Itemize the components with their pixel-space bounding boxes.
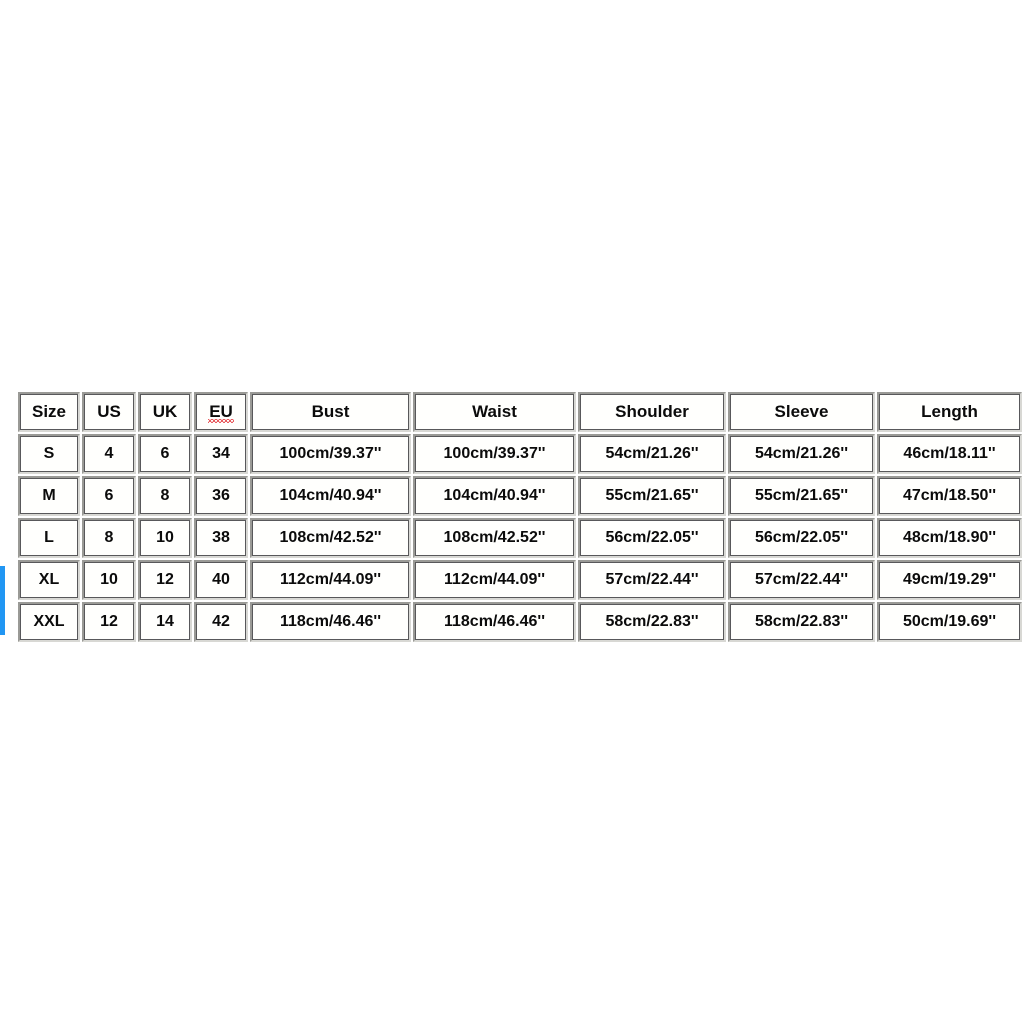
table-row: S 4 6 34 100cm/39.37'' 100cm/39.37'' 54c… — [18, 434, 1022, 474]
column-header-size: Size — [18, 392, 80, 432]
cell-us: 8 — [82, 518, 136, 558]
column-header-sleeve: Sleeve — [728, 392, 875, 432]
cell-uk: 8 — [138, 476, 192, 516]
cell-bust: 100cm/39.37'' — [250, 434, 411, 474]
cell-eu: 38 — [194, 518, 248, 558]
cell-shoulder: 56cm/22.05'' — [578, 518, 726, 558]
cell-shoulder: 57cm/22.44'' — [578, 560, 726, 600]
cell-sleeve: 54cm/21.26'' — [728, 434, 875, 474]
cell-eu: 36 — [194, 476, 248, 516]
size-chart-table: Size US UK EU Bust Waist Shoulder Sleeve… — [16, 390, 1024, 644]
table-header-row: Size US UK EU Bust Waist Shoulder Sleeve… — [18, 392, 1022, 432]
cell-bust: 108cm/42.52'' — [250, 518, 411, 558]
cell-us: 6 — [82, 476, 136, 516]
cell-uk: 12 — [138, 560, 192, 600]
left-edge-blue-artifact — [0, 566, 5, 635]
cell-eu: 34 — [194, 434, 248, 474]
cell-sleeve: 57cm/22.44'' — [728, 560, 875, 600]
cell-size: S — [18, 434, 80, 474]
column-header-uk: UK — [138, 392, 192, 432]
table-row: XL 10 12 40 112cm/44.09'' 112cm/44.09'' … — [18, 560, 1022, 600]
cell-sleeve: 55cm/21.65'' — [728, 476, 875, 516]
cell-eu: 42 — [194, 602, 248, 642]
cell-uk: 6 — [138, 434, 192, 474]
cell-us: 12 — [82, 602, 136, 642]
cell-waist: 100cm/39.37'' — [413, 434, 576, 474]
cell-waist: 104cm/40.94'' — [413, 476, 576, 516]
column-header-length: Length — [877, 392, 1022, 432]
column-header-shoulder: Shoulder — [578, 392, 726, 432]
cell-shoulder: 54cm/21.26'' — [578, 434, 726, 474]
cell-length: 47cm/18.50'' — [877, 476, 1022, 516]
cell-sleeve: 58cm/22.83'' — [728, 602, 875, 642]
column-header-bust: Bust — [250, 392, 411, 432]
cell-length: 48cm/18.90'' — [877, 518, 1022, 558]
cell-sleeve: 56cm/22.05'' — [728, 518, 875, 558]
column-header-waist: Waist — [413, 392, 576, 432]
cell-waist: 118cm/46.46'' — [413, 602, 576, 642]
size-chart-container: Size US UK EU Bust Waist Shoulder Sleeve… — [16, 390, 1024, 644]
cell-size: M — [18, 476, 80, 516]
cell-size: L — [18, 518, 80, 558]
cell-shoulder: 55cm/21.65'' — [578, 476, 726, 516]
cell-us: 4 — [82, 434, 136, 474]
column-header-eu: EU — [194, 392, 248, 432]
cell-shoulder: 58cm/22.83'' — [578, 602, 726, 642]
cell-bust: 104cm/40.94'' — [250, 476, 411, 516]
cell-size: XL — [18, 560, 80, 600]
cell-eu: 40 — [194, 560, 248, 600]
table-row: L 8 10 38 108cm/42.52'' 108cm/42.52'' 56… — [18, 518, 1022, 558]
cell-bust: 112cm/44.09'' — [250, 560, 411, 600]
column-header-us: US — [82, 392, 136, 432]
cell-uk: 14 — [138, 602, 192, 642]
cell-length: 49cm/19.29'' — [877, 560, 1022, 600]
cell-waist: 112cm/44.09'' — [413, 560, 576, 600]
cell-length: 46cm/18.11'' — [877, 434, 1022, 474]
table-row: M 6 8 36 104cm/40.94'' 104cm/40.94'' 55c… — [18, 476, 1022, 516]
cell-uk: 10 — [138, 518, 192, 558]
cell-size: XXL — [18, 602, 80, 642]
table-row: XXL 12 14 42 118cm/46.46'' 118cm/46.46''… — [18, 602, 1022, 642]
spellcheck-underline: EU — [208, 394, 234, 430]
cell-bust: 118cm/46.46'' — [250, 602, 411, 642]
cell-length: 50cm/19.69'' — [877, 602, 1022, 642]
cell-waist: 108cm/42.52'' — [413, 518, 576, 558]
cell-us: 10 — [82, 560, 136, 600]
